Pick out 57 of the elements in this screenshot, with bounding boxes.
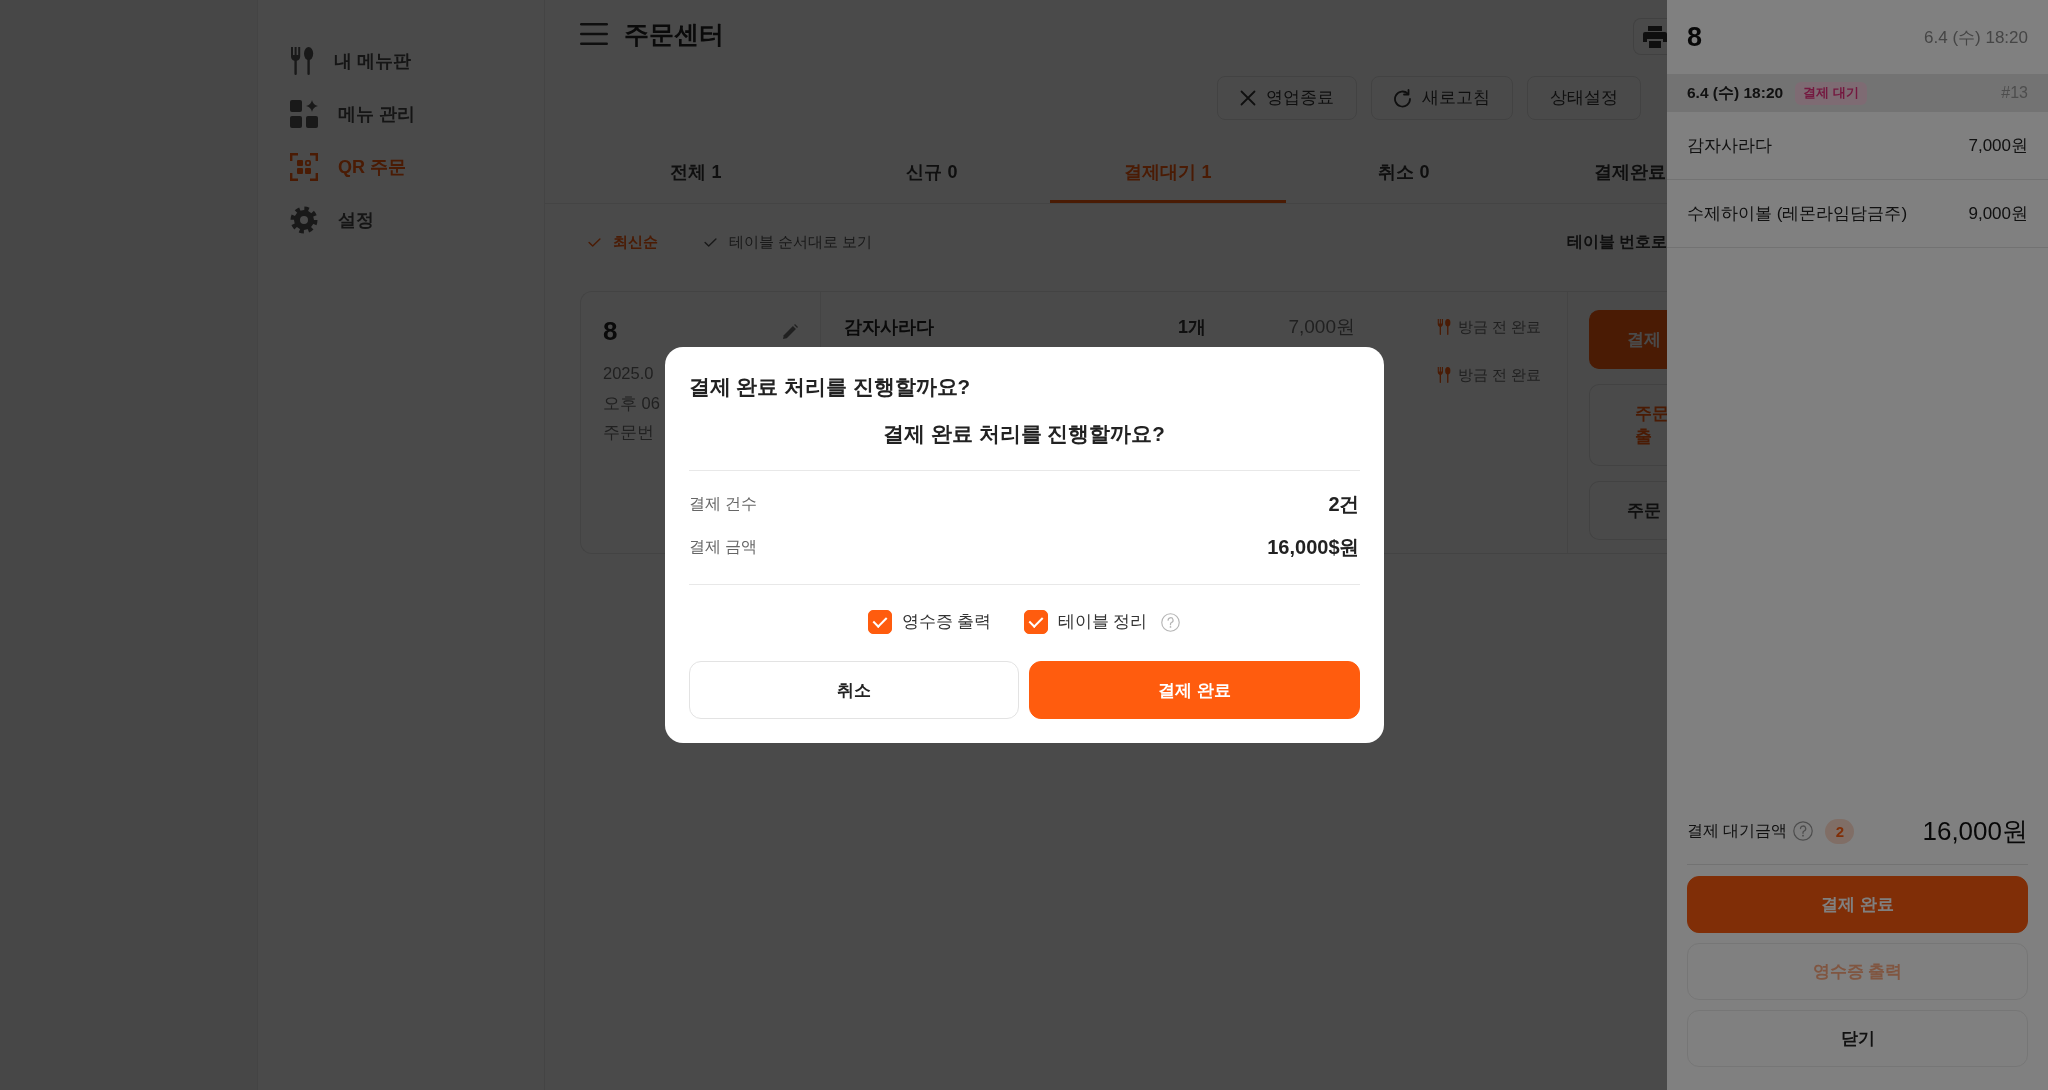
dialog-title: 결제 완료 처리를 진행할까요? [688, 374, 971, 400]
tab[interactable]: 취소 0 [1286, 140, 1522, 203]
check-icon [588, 238, 601, 247]
print-button[interactable] [1633, 18, 1667, 55]
tab[interactable]: 신규 0 [814, 140, 1050, 203]
utensils-icon [1437, 367, 1451, 383]
total-label: 결제 대기금액 [1687, 820, 1788, 841]
item-name: 감자사라다 [1687, 135, 1772, 157]
summary-value: 16,000$원 [1267, 534, 1360, 560]
table-number: 8 [1687, 21, 1703, 53]
checkbox-label[interactable]: 테이블 정리 [1057, 611, 1148, 633]
checkbox[interactable] [867, 610, 892, 634]
close-icon [1240, 90, 1256, 106]
tab[interactable]: 전체 1 [578, 140, 814, 203]
order-time: 6.4 (수) 18:20 [1687, 82, 1784, 103]
count-badge: 2 [1825, 818, 1855, 844]
item-name: 수제하이볼 (레몬라임담금주) [1687, 203, 1908, 225]
view-toggle[interactable]: 테이블 번호로 [1566, 232, 1667, 253]
tiles-sparkle-icon [290, 99, 318, 128]
help-icon [1793, 821, 1814, 841]
utensils-icon [290, 46, 314, 75]
close-button[interactable]: 닫기 [1687, 1010, 2028, 1067]
cancel-button[interactable]: 취소 [688, 661, 1019, 719]
toolbar-button[interactable]: 새로고침 [1371, 76, 1513, 120]
qr-code-icon [290, 152, 318, 181]
order-time: 6.4 (수) 18:20 [1924, 26, 2028, 49]
item-price: 9,000원 [1968, 203, 2028, 225]
confirm-button[interactable]: 결제 완료 [1029, 661, 1360, 719]
summary-label: 결제 금액 [688, 536, 757, 557]
refresh-icon [1394, 88, 1412, 108]
table-number: 8 [603, 315, 618, 348]
menu-icon[interactable] [580, 23, 608, 45]
page-title: 주문센터 [624, 18, 724, 50]
checkbox-label[interactable]: 영수증 출력 [901, 611, 992, 633]
status-badge: 결제 대기 [1795, 81, 1867, 105]
check-icon [704, 238, 717, 247]
item-quantity: 1개 [1178, 316, 1206, 339]
toolbar-button[interactable]: 상태설정 [1527, 76, 1641, 120]
complete-button[interactable]: 결제 완료 [1687, 876, 2028, 933]
sidebar-item[interactable]: QR 주문 [258, 140, 544, 193]
tab[interactable]: 결제대기 1 [1050, 140, 1286, 203]
printer-icon [1643, 25, 1667, 48]
utensils-icon [1437, 319, 1451, 335]
tab[interactable]: 결제완료 [1522, 140, 1667, 203]
summary-value: 2건 [1328, 491, 1360, 517]
order-action-button[interactable]: 결제 [1589, 310, 1667, 369]
dialog-message: 결제 완료 처리를 진행할까요? [883, 421, 1165, 447]
order-action-button[interactable]: 주문 [1589, 481, 1667, 540]
toolbar-button[interactable]: 영업종료 [1217, 76, 1357, 120]
settings-icon [290, 205, 318, 234]
summary-label: 결제 건수 [688, 493, 757, 514]
item-name: 감자사라다 [844, 316, 934, 339]
pencil-icon[interactable] [783, 323, 798, 339]
item-price: 7,000원 [1968, 135, 2028, 157]
total-amount: 16,000원 [1922, 814, 2028, 848]
sort-option[interactable]: 최신순 [588, 233, 658, 252]
checkbox[interactable] [1023, 610, 1048, 634]
